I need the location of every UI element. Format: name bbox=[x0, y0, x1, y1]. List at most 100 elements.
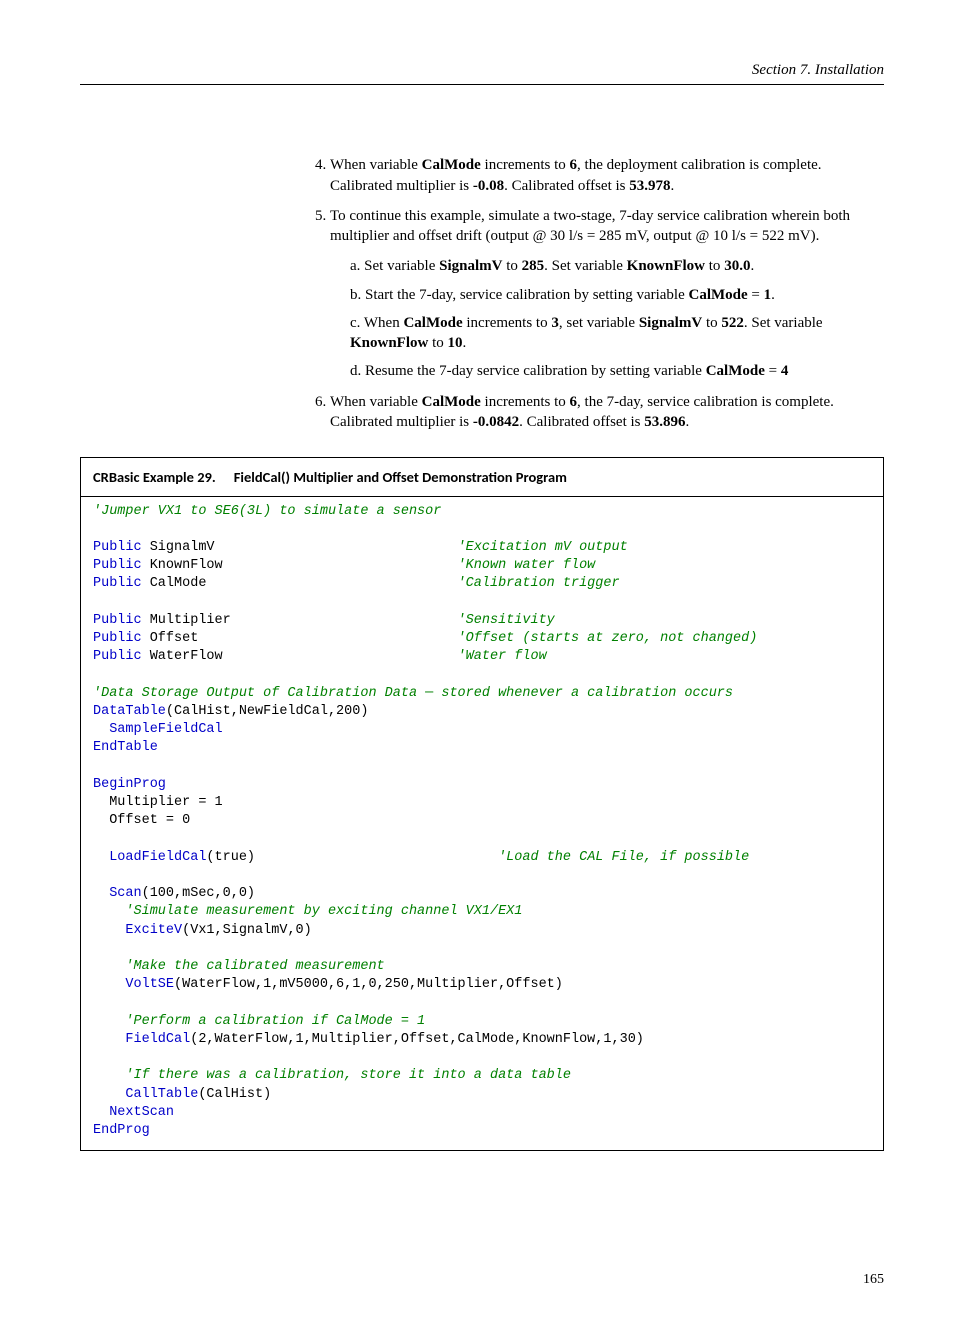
code-comment: 'Sensitivity bbox=[458, 613, 555, 628]
text: c. When bbox=[350, 315, 403, 331]
code-keyword: SampleFieldCal bbox=[93, 722, 223, 737]
text: increments to bbox=[463, 315, 552, 331]
page-header: Section 7. Installation bbox=[80, 60, 884, 85]
code-text: (Vx1,SignalmV,0) bbox=[182, 923, 312, 938]
text: = bbox=[748, 287, 764, 303]
instruction-list: When variable CalMode increments to 6, t… bbox=[330, 155, 884, 432]
text: . bbox=[671, 178, 675, 194]
text: , set variable bbox=[559, 315, 639, 331]
text: d. Resume the 7-day service calibration … bbox=[350, 363, 706, 379]
code-comment: 'Known water flow bbox=[458, 558, 596, 573]
code-listing: 'Jumper VX1 to SE6(3L) to simulate a sen… bbox=[81, 497, 883, 1151]
bold: -0.0842 bbox=[473, 414, 519, 430]
bold: 10 bbox=[448, 335, 463, 351]
text: . Set variable bbox=[744, 315, 823, 331]
text: When variable bbox=[330, 157, 422, 173]
code-text: Offset = 0 bbox=[93, 813, 190, 828]
code-keyword: EndTable bbox=[93, 740, 158, 755]
code-text: (100,mSec,0,0) bbox=[142, 886, 255, 901]
bold: -0.08 bbox=[473, 178, 504, 194]
sub-item-d: d. Resume the 7-day service calibration … bbox=[350, 361, 884, 381]
list-item-4: When variable CalMode increments to 6, t… bbox=[330, 155, 884, 196]
bold: 53.978 bbox=[629, 178, 670, 194]
code-keyword: FieldCal bbox=[93, 1032, 190, 1047]
code-desc: FieldCal() Multiplier and Offset Demonst… bbox=[234, 468, 567, 486]
bold: KnownFlow bbox=[627, 258, 705, 274]
code-text: (CalHist,NewFieldCal,200) bbox=[166, 704, 369, 719]
text: . bbox=[686, 414, 690, 430]
code-comment: 'Make the calibrated measurement bbox=[93, 959, 385, 974]
code-text: (WaterFlow,1,mV5000,6,1,0,250,Multiplier… bbox=[174, 977, 563, 992]
text: To continue this example, simulate a two… bbox=[330, 208, 850, 244]
code-text: (true) bbox=[206, 850, 498, 865]
bold: CalMode bbox=[689, 287, 748, 303]
bold: CalMode bbox=[403, 315, 462, 331]
page-number: 165 bbox=[80, 1271, 884, 1290]
text: b. Start the 7-day, service calibration … bbox=[350, 287, 689, 303]
code-text: SignalmV bbox=[142, 540, 458, 555]
text: . bbox=[750, 258, 754, 274]
code-comment: 'Offset (starts at zero, not changed) bbox=[458, 631, 758, 646]
code-comment: 'Excitation mV output bbox=[458, 540, 628, 555]
bold: 285 bbox=[522, 258, 545, 274]
code-keyword: CallTable bbox=[93, 1087, 198, 1102]
code-keyword: Public bbox=[93, 558, 142, 573]
sub-item-b: b. Start the 7-day, service calibration … bbox=[350, 285, 884, 305]
code-text: CalMode bbox=[142, 576, 458, 591]
list-item-6: When variable CalMode increments to 6, t… bbox=[330, 392, 884, 433]
text: to bbox=[702, 315, 721, 331]
code-keyword: VoltSE bbox=[93, 977, 174, 992]
sub-list: a. Set variable SignalmV to 285. Set var… bbox=[350, 256, 884, 381]
text: increments to bbox=[481, 394, 570, 410]
bold: 6 bbox=[570, 157, 578, 173]
code-text: Multiplier bbox=[142, 613, 458, 628]
code-label: CRBasic Example 29. bbox=[93, 468, 216, 486]
code-text: Offset bbox=[142, 631, 458, 646]
code-text: Multiplier = 1 bbox=[93, 795, 223, 810]
bold: CalMode bbox=[422, 157, 481, 173]
code-keyword: Public bbox=[93, 613, 142, 628]
code-keyword: Public bbox=[93, 576, 142, 591]
code-comment: 'Perform a calibration if CalMode = 1 bbox=[93, 1014, 425, 1029]
code-keyword: BeginProg bbox=[93, 777, 166, 792]
bold: SignalmV bbox=[439, 258, 502, 274]
code-text: WaterFlow bbox=[142, 649, 458, 664]
code-comment: 'If there was a calibration, store it in… bbox=[93, 1068, 571, 1083]
code-keyword: Public bbox=[93, 631, 142, 646]
code-keyword: Public bbox=[93, 649, 142, 664]
code-keyword: LoadFieldCal bbox=[93, 850, 206, 865]
code-text: (CalHist) bbox=[198, 1087, 271, 1102]
text: = bbox=[765, 363, 781, 379]
code-keyword: ExciteV bbox=[93, 923, 182, 938]
code-comment: 'Jumper VX1 to SE6(3L) to simulate a sen… bbox=[93, 504, 441, 519]
code-keyword: Scan bbox=[93, 886, 142, 901]
sub-item-a: a. Set variable SignalmV to 285. Set var… bbox=[350, 256, 884, 276]
code-keyword: NextScan bbox=[93, 1105, 174, 1120]
sub-item-c: c. When CalMode increments to 3, set var… bbox=[350, 313, 884, 354]
code-comment: 'Water flow bbox=[458, 649, 547, 664]
text: . Calibrated offset is bbox=[519, 414, 644, 430]
bold: 522 bbox=[721, 315, 744, 331]
code-comment: 'Simulate measurement by exciting channe… bbox=[93, 904, 522, 919]
code-comment: 'Data Storage Output of Calibration Data… bbox=[93, 686, 733, 701]
bold: 53.896 bbox=[644, 414, 685, 430]
code-example-box: CRBasic Example 29. FieldCal() Multiplier… bbox=[80, 457, 884, 1151]
text: . bbox=[771, 287, 775, 303]
code-text: KnownFlow bbox=[142, 558, 458, 573]
text: a. Set variable bbox=[350, 258, 439, 274]
bold: SignalmV bbox=[639, 315, 702, 331]
bold: 3 bbox=[551, 315, 559, 331]
text: to bbox=[428, 335, 447, 351]
code-keyword: DataTable bbox=[93, 704, 166, 719]
bold: 6 bbox=[570, 394, 578, 410]
text: . Set variable bbox=[544, 258, 626, 274]
text: increments to bbox=[481, 157, 570, 173]
text: . Calibrated offset is bbox=[504, 178, 629, 194]
code-keyword: EndProg bbox=[93, 1123, 150, 1138]
text: to bbox=[503, 258, 522, 274]
list-item-5: To continue this example, simulate a two… bbox=[330, 206, 884, 382]
bold: 4 bbox=[781, 363, 789, 379]
code-keyword: Public bbox=[93, 540, 142, 555]
code-text: (2,WaterFlow,1,Multiplier,Offset,CalMode… bbox=[190, 1032, 644, 1047]
code-comment: 'Calibration trigger bbox=[458, 576, 620, 591]
